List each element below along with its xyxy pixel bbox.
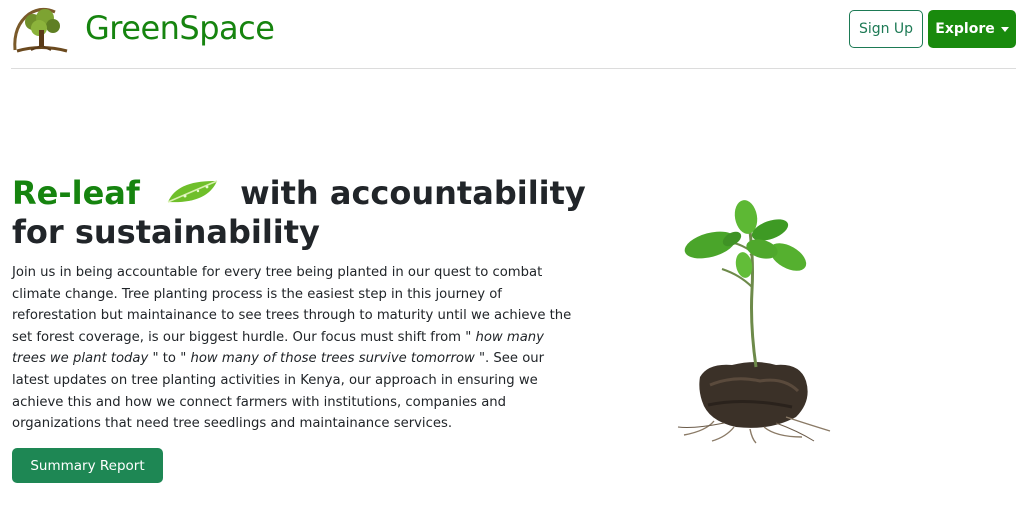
seedling-image — [664, 195, 844, 445]
explore-label: Explore — [935, 21, 995, 37]
hero-description: Join us in being accountable for every t… — [12, 262, 577, 435]
header-divider — [11, 68, 1016, 69]
explore-dropdown-button[interactable]: Explore — [928, 10, 1016, 48]
signup-button[interactable]: Sign Up — [849, 10, 923, 48]
brand-name[interactable]: GreenSpace — [85, 9, 275, 47]
caret-down-icon — [1000, 26, 1009, 32]
hero-text-part-2: " to " — [152, 351, 187, 367]
leaf-icon — [165, 177, 221, 207]
hero-quote-2: how many of those trees survive tomorrow — [186, 351, 479, 367]
hero-title-highlight: Re-leaf — [12, 174, 140, 212]
tree-logo-icon[interactable] — [11, 4, 69, 54]
navbar: GreenSpace Sign Up Explore — [0, 0, 1027, 60]
summary-report-button[interactable]: Summary Report — [12, 448, 163, 483]
hero-title: Re-leaf with accountability for sustaina… — [12, 174, 612, 252]
